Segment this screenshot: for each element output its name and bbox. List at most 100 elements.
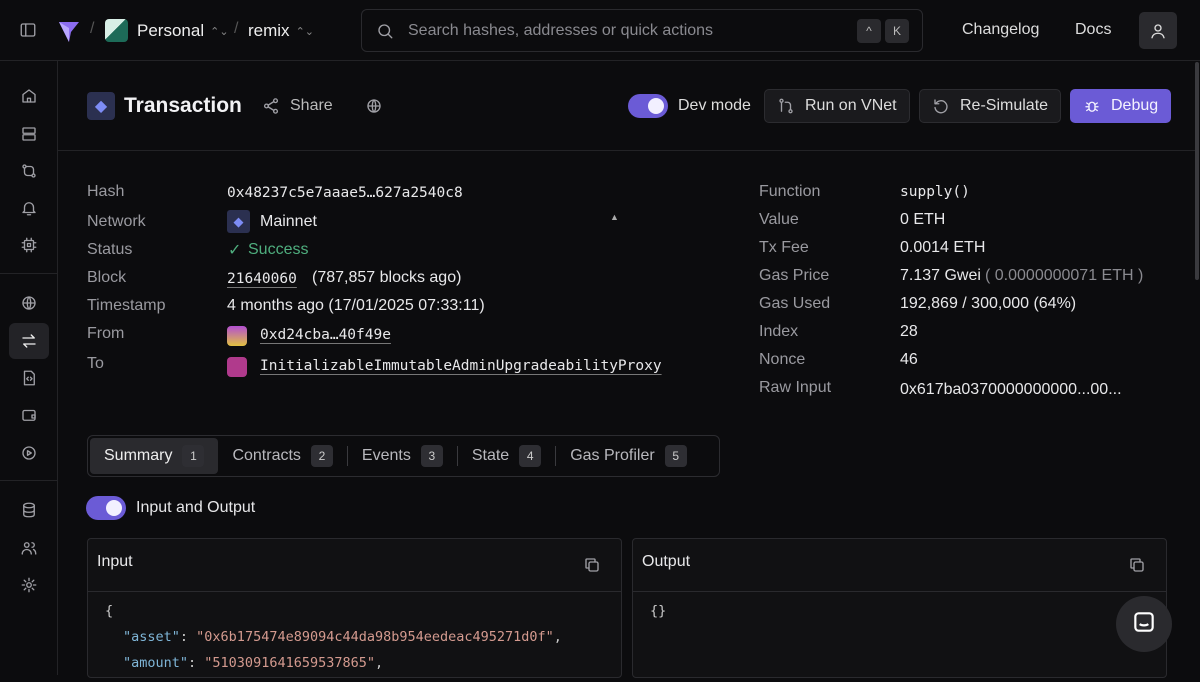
sidebar-item-contracts[interactable] — [9, 360, 49, 396]
bug-icon — [1083, 97, 1101, 115]
function-value: supply() — [900, 184, 970, 200]
sidebar-item-transactions[interactable] — [9, 323, 49, 359]
from-label: From — [87, 325, 125, 342]
page-title: Transaction — [124, 94, 242, 117]
resimulate-button[interactable]: Re-Simulate — [919, 89, 1062, 123]
sidebar-item-alerts[interactable] — [9, 190, 49, 226]
json-brace: { — [105, 603, 114, 619]
sidebar — [0, 61, 58, 675]
nonce-label: Nonce — [759, 351, 806, 368]
ethereum-icon: ◆ — [87, 92, 115, 120]
json-key: "amount" — [123, 655, 189, 671]
sidebar-divider — [0, 273, 58, 274]
copy-icon[interactable] — [583, 556, 601, 574]
changelog-link[interactable]: Changelog — [962, 21, 1039, 39]
tab-count: 2 — [310, 445, 333, 467]
value-label: Value — [759, 211, 799, 228]
dev-mode-label: Dev mode — [678, 97, 751, 114]
sidebar-item-wallets[interactable] — [9, 397, 49, 433]
sidebar-item-compare[interactable] — [9, 153, 49, 189]
share-button[interactable]: Share — [262, 97, 333, 115]
chevron-updown-icon: ⌃⌄ — [210, 25, 229, 38]
input-output-label: Input and Output — [136, 499, 256, 516]
input-output-toggle[interactable] — [86, 496, 126, 520]
index-label: Index — [759, 323, 799, 340]
sidebar-item-database[interactable] — [9, 492, 49, 528]
hash-value[interactable]: 0x48237c5e7aaae5…627a2540c8 — [227, 185, 463, 201]
home-icon — [20, 87, 38, 105]
sidebar-item-network[interactable] — [9, 285, 49, 321]
tab-contracts[interactable]: Contracts 2 — [218, 438, 346, 474]
file-code-icon — [20, 369, 38, 387]
git-compare-icon — [20, 162, 38, 180]
tab-count: 5 — [664, 445, 687, 467]
chat-icon — [1131, 609, 1157, 640]
input-title: Input — [97, 553, 133, 570]
user-menu-button[interactable] — [1139, 12, 1177, 49]
output-panel: Output {} — [632, 538, 1167, 678]
sidebar-item-simulator[interactable] — [9, 435, 49, 471]
wallet-icon — [20, 406, 38, 424]
search-placeholder: Search hashes, addresses or quick action… — [408, 21, 714, 39]
dev-mode-toggle[interactable] — [628, 94, 668, 118]
tab-label: Contracts — [232, 447, 301, 464]
sidebar-item-servers[interactable] — [9, 116, 49, 152]
debug-label: Debug — [1111, 97, 1159, 114]
status-badge: Success — [248, 241, 309, 258]
sidebar-item-settings[interactable] — [9, 567, 49, 603]
sidebar-item-home[interactable] — [9, 78, 49, 114]
gas-price-eth: ( 0.0000000071 ETH ) — [985, 267, 1144, 284]
tab-label: State — [471, 447, 510, 464]
to-label: To — [87, 355, 104, 372]
top-bar: / Personal ⌃⌄ / remix ⌃⌄ Search hashes, ad… — [0, 0, 1200, 61]
input-panel: Input { "asset": "0x6b175474e89094c44da9… — [87, 538, 622, 678]
tab-summary[interactable]: Summary 1 — [90, 438, 219, 474]
globe-icon[interactable] — [365, 97, 383, 115]
sidebar-item-users[interactable] — [9, 530, 49, 566]
json-value: "0x6b175474e89094c44da98b954eedeac495271… — [196, 629, 554, 645]
search-input[interactable]: Search hashes, addresses or quick action… — [361, 9, 923, 52]
docs-link[interactable]: Docs — [1075, 21, 1111, 39]
hash-label: Hash — [87, 183, 125, 200]
arrows-swap-icon — [20, 332, 38, 350]
scrollbar[interactable] — [1195, 62, 1199, 280]
tab-label: Summary — [104, 447, 173, 464]
from-address-link[interactable]: 0xd24cba…40f49e — [260, 327, 391, 343]
tab-state[interactable]: State 4 — [456, 445, 555, 467]
block-label: Block — [87, 269, 127, 286]
cpu-icon — [20, 236, 38, 254]
server-icon — [20, 125, 38, 143]
to-contract-link[interactable]: InitializableImmutableAdminUpgradeabilit… — [260, 358, 662, 374]
chevron-updown-icon: ⌃⌄ — [295, 25, 314, 38]
resimulate-label: Re-Simulate — [960, 97, 1049, 114]
sidebar-toggle-icon[interactable] — [19, 21, 37, 39]
status-label: Status — [87, 241, 133, 258]
timestamp-value: 4 months ago (17/01/2025 07:33:11) — [227, 297, 485, 314]
debug-button[interactable]: Debug — [1070, 89, 1172, 123]
output-json: {} — [650, 603, 667, 619]
sidebar-item-nodes[interactable] — [9, 227, 49, 263]
to-avatar — [227, 357, 247, 377]
network-label: Network — [87, 213, 146, 230]
raw-input-value[interactable]: 0x617ba0370000000000...00... — [900, 381, 1122, 399]
share-icon — [262, 97, 280, 115]
gas-price-label: Gas Price — [759, 267, 830, 284]
from-avatar — [227, 326, 247, 346]
project-selector[interactable]: remix ⌃⌄ — [248, 21, 314, 41]
check-icon: ✓ — [228, 242, 242, 259]
json-value: "5103091641659537865" — [204, 655, 375, 671]
sidebar-divider — [0, 480, 58, 481]
copy-icon[interactable] — [1128, 556, 1146, 574]
run-on-vnet-button[interactable]: Run on VNet — [764, 89, 910, 123]
tab-events[interactable]: Events 3 — [346, 445, 457, 467]
tenderly-logo-icon[interactable] — [57, 18, 81, 49]
tab-count: 1 — [182, 445, 205, 467]
chat-support-button[interactable] — [1116, 596, 1172, 652]
workspace-selector[interactable]: Personal ⌃⌄ — [137, 21, 229, 41]
tab-gas-profiler[interactable]: Gas Profiler 5 — [555, 445, 700, 467]
rotate-ccw-icon — [932, 97, 950, 115]
block-link[interactable]: 21640060 — [227, 271, 297, 287]
timestamp-label: Timestamp — [87, 297, 166, 314]
tx-fee-label: Tx Fee — [759, 239, 809, 256]
database-icon — [20, 501, 38, 519]
